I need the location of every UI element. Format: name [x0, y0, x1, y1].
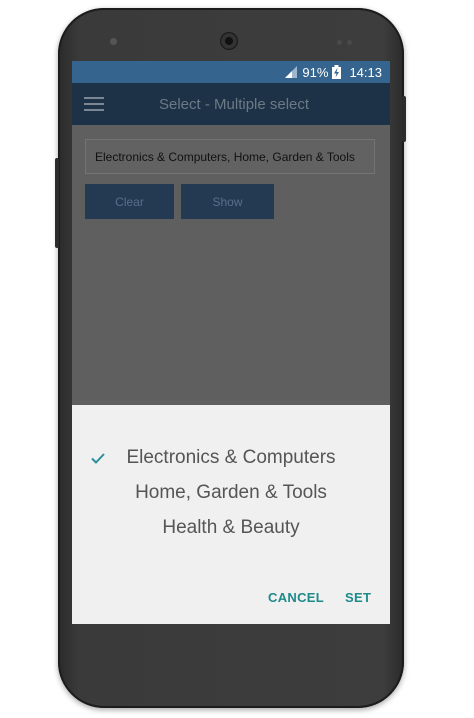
- clear-button-label: Clear: [115, 194, 144, 209]
- multi-select-picker: Electronics & Computers Home, Garden & T…: [72, 405, 390, 624]
- light-sensor: [337, 40, 342, 45]
- option-electronics-computers[interactable]: Electronics & Computers: [72, 445, 390, 471]
- screen: 91% 14:13 Select - Multiple select Elect…: [72, 61, 390, 624]
- selection-field[interactable]: Electronics & Computers, Home, Garden & …: [85, 139, 375, 174]
- proximity-sensor: [110, 38, 117, 45]
- option-label: Health & Beauty: [162, 517, 300, 538]
- option-label: Home, Garden & Tools: [135, 482, 327, 503]
- check-icon: [91, 453, 105, 464]
- page-title: Select - Multiple select: [159, 95, 310, 113]
- clear-button[interactable]: Clear: [85, 184, 174, 219]
- cancel-button[interactable]: CANCEL: [268, 590, 324, 605]
- show-button-label: Show: [212, 194, 243, 209]
- volume-button: [55, 158, 59, 248]
- light-sensor-2: [347, 40, 352, 45]
- option-label: Electronics & Computers: [126, 447, 336, 468]
- app-bar: Select - Multiple select: [72, 83, 390, 125]
- front-camera: [220, 32, 238, 50]
- option-home-garden-tools[interactable]: Home, Garden & Tools: [72, 480, 390, 506]
- option-health-beauty[interactable]: Health & Beauty: [72, 515, 390, 541]
- battery-charging-icon: [332, 65, 342, 79]
- power-button: [402, 96, 406, 142]
- battery-percent: 91%: [302, 64, 329, 80]
- selection-value: Electronics & Computers, Home, Garden & …: [95, 149, 355, 164]
- set-button[interactable]: SET: [345, 590, 371, 605]
- show-button[interactable]: Show: [181, 184, 274, 219]
- status-bar: 91% 14:13: [72, 61, 390, 83]
- signal-icon: [285, 66, 298, 78]
- menu-icon[interactable]: [84, 97, 104, 111]
- clock: 14:13: [349, 64, 382, 80]
